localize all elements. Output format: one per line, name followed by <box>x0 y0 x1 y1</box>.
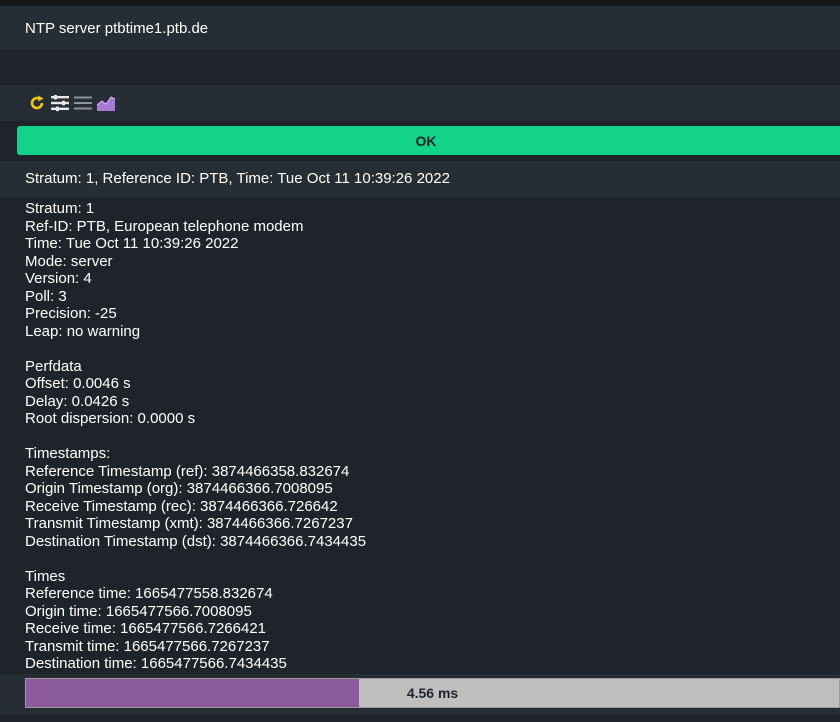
detail-line: Version: 4 <box>25 270 92 287</box>
summary-output: Stratum: 1, Reference ID: PTB, Time: Tue… <box>0 161 840 197</box>
perfometer[interactable]: 4.56 ms <box>25 678 840 708</box>
detail-line: Origin Timestamp (org): 3874466366.70080… <box>25 480 333 497</box>
status-label: OK <box>415 132 437 149</box>
detail-line: Ref-ID: PTB, European telephone modem <box>25 217 304 235</box>
detail-line: Transmit time: 1665477566.7267237 <box>25 637 270 655</box>
toolbar <box>0 85 840 121</box>
detail-line: Destination time: 1665477566.7434435 <box>25 655 287 672</box>
detail-line: Receive time: 1665477566.7266421 <box>25 620 267 637</box>
detail-line: Transmit Timestamp (xmt): 3874466366.726… <box>25 515 353 532</box>
detail-line: Mode: server <box>25 252 113 270</box>
detail-line: Reference Timestamp (ref): 3874466358.83… <box>25 462 350 480</box>
list-icon[interactable] <box>73 93 93 113</box>
refresh-icon[interactable] <box>27 93 47 113</box>
filter-icon[interactable] <box>50 93 70 113</box>
perfometer-row: 4.56 ms <box>0 674 840 714</box>
detail-line: Poll: 3 <box>25 287 67 305</box>
details-output: Stratum: 1 Ref-ID: PTB, European telephon… <box>25 200 825 673</box>
detail-line: Reference time: 1665477558.832674 <box>25 585 273 602</box>
detail-line: Offset: 0.0046 s <box>25 375 131 392</box>
status-badge[interactable]: OK <box>17 126 840 155</box>
page-title: NTP server ptbtime1.ptb.de <box>0 6 840 51</box>
detail-line: Destination Timestamp (dst): 3874466366.… <box>25 532 367 550</box>
detail-line: Leap: no warning <box>25 322 141 340</box>
perfometer-label: 4.56 ms <box>406 685 459 701</box>
detail-line: Delay: 0.0426 s <box>25 392 130 410</box>
detail-line: Receive Timestamp (rec): 3874466366.7266… <box>25 497 338 515</box>
detail-line <box>25 428 825 446</box>
detail-line <box>25 550 825 568</box>
graph-icon[interactable] <box>96 93 116 113</box>
detail-line: Timestamps: <box>25 445 111 462</box>
detail-line: Stratum: 1 <box>25 200 95 217</box>
detail-line: Root dispersion: 0.0000 s <box>25 410 196 427</box>
detail-line: Time: Tue Oct 11 10:39:26 2022 <box>25 235 239 252</box>
detail-line: Origin time: 1665477566.7008095 <box>25 602 252 620</box>
detail-line: Times <box>25 567 66 585</box>
spacer <box>0 52 840 84</box>
detail-line <box>25 340 825 358</box>
detail-line: Perfdata <box>25 357 82 375</box>
detail-line: Precision: -25 <box>25 305 117 322</box>
